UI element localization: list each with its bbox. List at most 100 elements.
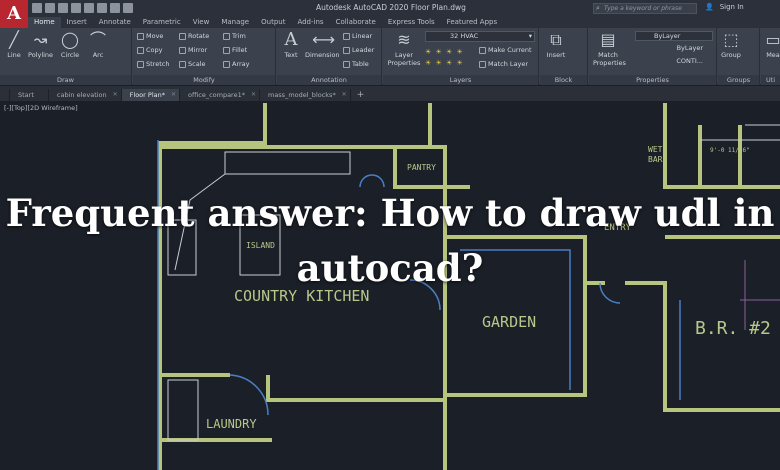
- fillet-tool[interactable]: Fillet: [223, 46, 247, 54]
- layer-tools-icons[interactable]: ☀ ☀ ☀ ☀ ☀ ☀ ☀ ☀: [425, 47, 475, 69]
- circle-tool[interactable]: ◯ Circle: [60, 30, 80, 60]
- layer-properties-tool[interactable]: ≋ Layer Properties: [387, 31, 421, 68]
- layer-properties-label: Layer Properties: [387, 51, 421, 67]
- line-tool[interactable]: ╱ Line: [4, 31, 24, 60]
- measure-tool[interactable]: ▭ Mea: [763, 30, 780, 60]
- doc-tab-cabin-elevation[interactable]: cabin elevation ✕: [49, 89, 122, 101]
- linetype-dropdown[interactable]: CONTI...: [635, 57, 713, 67]
- doc-tab-mass-model-blocks[interactable]: mass_model_blocks* ✕: [260, 89, 351, 101]
- redo-icon[interactable]: [110, 3, 120, 13]
- tab-parametric[interactable]: Parametric: [137, 17, 187, 28]
- arc-icon: ⌒: [89, 30, 106, 49]
- tab-view[interactable]: View: [187, 17, 216, 28]
- tab-featured-apps[interactable]: Featured Apps: [441, 17, 503, 28]
- measure-icon: ▭: [765, 30, 780, 49]
- stretch-tool[interactable]: Stretch: [137, 60, 169, 68]
- sign-in-link[interactable]: Sign In: [720, 3, 744, 11]
- dimension-tool[interactable]: ⟷ Dimension: [305, 30, 340, 60]
- copy-icon: [137, 46, 144, 54]
- make-current-tool[interactable]: Make Current: [479, 46, 532, 54]
- close-icon[interactable]: ✕: [171, 89, 176, 101]
- linear-tool[interactable]: Linear: [343, 32, 372, 40]
- doc-tab-office-compare[interactable]: office_compare1* ✕: [180, 89, 260, 101]
- insert-block-tool[interactable]: ⧉ Insert: [546, 31, 566, 60]
- linear-label: Linear: [352, 32, 373, 40]
- scale-tool[interactable]: Scale: [179, 60, 206, 68]
- match-properties-tool[interactable]: ▤ Match Properties: [593, 31, 626, 68]
- copy-label: Copy: [146, 46, 163, 54]
- utilities-panel-label[interactable]: Uti: [761, 75, 780, 85]
- groups-panel: ⬚ Group Groups: [718, 28, 760, 85]
- arc-tool[interactable]: ⌒ Arc: [88, 30, 108, 60]
- copy-tool[interactable]: Copy: [137, 46, 163, 54]
- search-input[interactable]: ⌕ Type a keyword or phrase: [593, 3, 697, 14]
- text-label: Text: [284, 51, 298, 59]
- doc-tab-label: cabin elevation: [56, 91, 107, 99]
- undo-icon[interactable]: [97, 3, 107, 13]
- share-icon[interactable]: [123, 3, 133, 13]
- fillet-icon: [223, 46, 230, 54]
- save-icon[interactable]: [58, 3, 68, 13]
- group-label: Group: [721, 51, 741, 59]
- open-file-icon[interactable]: [45, 3, 55, 13]
- color-dropdown[interactable]: ByLayer: [635, 31, 713, 41]
- add-tab-icon[interactable]: +: [351, 89, 371, 101]
- tab-manage[interactable]: Manage: [215, 17, 255, 28]
- trim-tool[interactable]: Trim: [223, 32, 246, 40]
- tab-collaborate[interactable]: Collaborate: [330, 17, 382, 28]
- mirror-label: Mirror: [188, 46, 208, 54]
- mirror-tool[interactable]: Mirror: [179, 46, 207, 54]
- tab-express-tools[interactable]: Express Tools: [382, 17, 441, 28]
- lineweight-dropdown[interactable]: ByLayer: [635, 44, 713, 54]
- leader-tool[interactable]: Leader: [343, 46, 374, 54]
- layer-dropdown[interactable]: 32 HVAC ▾: [425, 31, 535, 42]
- account-icon[interactable]: 👤: [705, 3, 714, 11]
- autocad-logo[interactable]: A: [0, 0, 28, 28]
- tab-menu[interactable]: [0, 89, 10, 101]
- close-icon[interactable]: ✕: [113, 89, 118, 101]
- modify-panel-label[interactable]: Modify: [133, 75, 275, 85]
- doc-tab-start[interactable]: Start: [10, 89, 49, 101]
- groups-panel-label[interactable]: Groups: [718, 75, 759, 85]
- block-panel-label[interactable]: Block: [540, 75, 587, 85]
- close-icon[interactable]: ✕: [342, 89, 347, 101]
- table-tool[interactable]: Table: [343, 60, 369, 68]
- lineweight-value: ByLayer: [676, 44, 703, 52]
- move-tool[interactable]: Move: [137, 32, 163, 40]
- draw-panel-label[interactable]: Draw: [0, 75, 131, 85]
- dimension-label: Dimension: [305, 51, 340, 59]
- properties-panel: ▤ Match Properties ByLayer ByLayer CONTI.…: [589, 28, 717, 85]
- tab-add-ins[interactable]: Add-ins: [291, 17, 329, 28]
- doc-tab-label: Start: [18, 91, 34, 99]
- bedroom-wall: [625, 281, 780, 412]
- room-label-bar: BAR: [648, 155, 663, 164]
- close-icon[interactable]: ✕: [251, 89, 256, 101]
- rotate-icon: [179, 32, 186, 40]
- save-as-icon[interactable]: [71, 3, 81, 13]
- doc-tab-floor-plan[interactable]: Floor Plan* ✕: [121, 89, 180, 101]
- viewport-controls[interactable]: [-][Top][2D Wireframe]: [4, 104, 78, 112]
- properties-panel-label[interactable]: Properties: [589, 75, 716, 85]
- rotate-tool[interactable]: Rotate: [179, 32, 209, 40]
- tab-home[interactable]: Home: [28, 17, 61, 28]
- leader-label: Leader: [352, 46, 375, 54]
- match-layer-tool[interactable]: Match Layer: [479, 60, 528, 68]
- tab-output[interactable]: Output: [255, 17, 291, 28]
- tab-annotate[interactable]: Annotate: [93, 17, 137, 28]
- dimension-icon: ⟷: [312, 30, 336, 49]
- polyline-tool[interactable]: ↝ Polyline: [28, 31, 53, 60]
- plot-icon[interactable]: [84, 3, 94, 13]
- laundry-right-wall: [266, 375, 445, 402]
- ribbon-tabs: Home Insert Annotate Parametric View Man…: [28, 17, 780, 28]
- circle-icon: ◯: [61, 30, 79, 49]
- group-tool[interactable]: ⬚ Group: [721, 31, 741, 60]
- table-icon: [343, 60, 350, 68]
- text-tool[interactable]: A Text: [281, 31, 301, 60]
- doc-tab-label: office_compare1*: [187, 91, 245, 99]
- tab-insert[interactable]: Insert: [61, 17, 93, 28]
- layers-panel-label[interactable]: Layers: [383, 75, 538, 85]
- new-file-icon[interactable]: [32, 3, 42, 13]
- array-tool[interactable]: Array: [223, 60, 250, 68]
- annotation-panel-label[interactable]: Annotation: [277, 75, 381, 85]
- room-label-br2: B.R. #2: [695, 318, 771, 339]
